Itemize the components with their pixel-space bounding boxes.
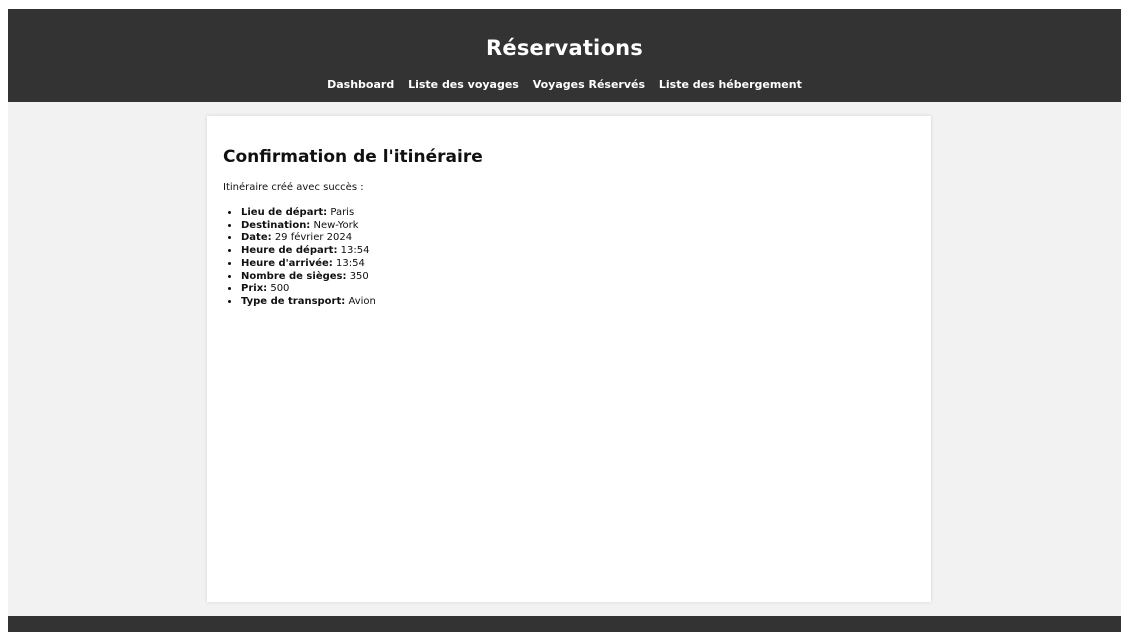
detail-value: 350 xyxy=(349,270,369,282)
detail-nombre-sieges: Nombre de sièges: 350 xyxy=(240,271,376,284)
detail-value: 13:54 xyxy=(336,257,365,269)
confirmation-card: Confirmation de l'itinéraire Itinéraire … xyxy=(207,116,931,602)
top-header: Réservations Dashboard Liste des voyages… xyxy=(8,9,1121,102)
nav-link-voyages-reserves[interactable]: Voyages Réservés xyxy=(533,78,645,91)
site-title: Réservations xyxy=(486,36,643,60)
detail-value: 13:54 xyxy=(340,245,370,257)
nav-link-liste-voyages[interactable]: Liste des voyages xyxy=(408,78,519,91)
nav-link-dashboard[interactable]: Dashboard xyxy=(327,78,394,91)
detail-label: Prix: xyxy=(241,283,268,295)
detail-label: Date: xyxy=(241,232,272,244)
detail-value: New-York xyxy=(313,219,359,231)
detail-type-transport: Type de transport: Avion xyxy=(240,296,376,309)
detail-heure-depart: Heure de départ: 13:54 xyxy=(240,245,376,258)
detail-value: Avion xyxy=(348,295,376,307)
detail-destination: Destination: New-York xyxy=(240,220,376,233)
nav-link-liste-hebergement[interactable]: Liste des hébergement xyxy=(659,78,802,91)
detail-heure-arrivee: Heure d'arrivée: 13:54 xyxy=(240,258,376,271)
detail-label: Destination: xyxy=(241,219,311,231)
detail-lieu-depart: Lieu de départ: Paris xyxy=(240,207,376,220)
bottom-footer xyxy=(8,616,1121,632)
main-nav: Dashboard Liste des voyages Voyages Rése… xyxy=(8,78,1121,91)
detail-value: 500 xyxy=(270,283,290,295)
page-title: Confirmation de l'itinéraire xyxy=(223,147,483,167)
detail-label: Nombre de sièges: xyxy=(241,270,347,282)
success-message: Itinéraire créé avec succès : xyxy=(223,182,364,193)
detail-value: Paris xyxy=(330,207,355,218)
itinerary-details-list: Lieu de départ: Paris Destination: New-Y… xyxy=(240,207,376,309)
detail-value: 29 février 2024 xyxy=(274,232,353,244)
detail-date: Date: 29 février 2024 xyxy=(240,232,376,245)
detail-label: Type de transport: xyxy=(241,295,346,307)
detail-label: Heure de départ: xyxy=(241,245,338,257)
detail-label: Lieu de départ: xyxy=(241,207,328,218)
detail-prix: Prix: 500 xyxy=(240,283,376,296)
detail-label: Heure d'arrivée: xyxy=(241,257,333,269)
page: Réservations Dashboard Liste des voyages… xyxy=(8,9,1121,632)
